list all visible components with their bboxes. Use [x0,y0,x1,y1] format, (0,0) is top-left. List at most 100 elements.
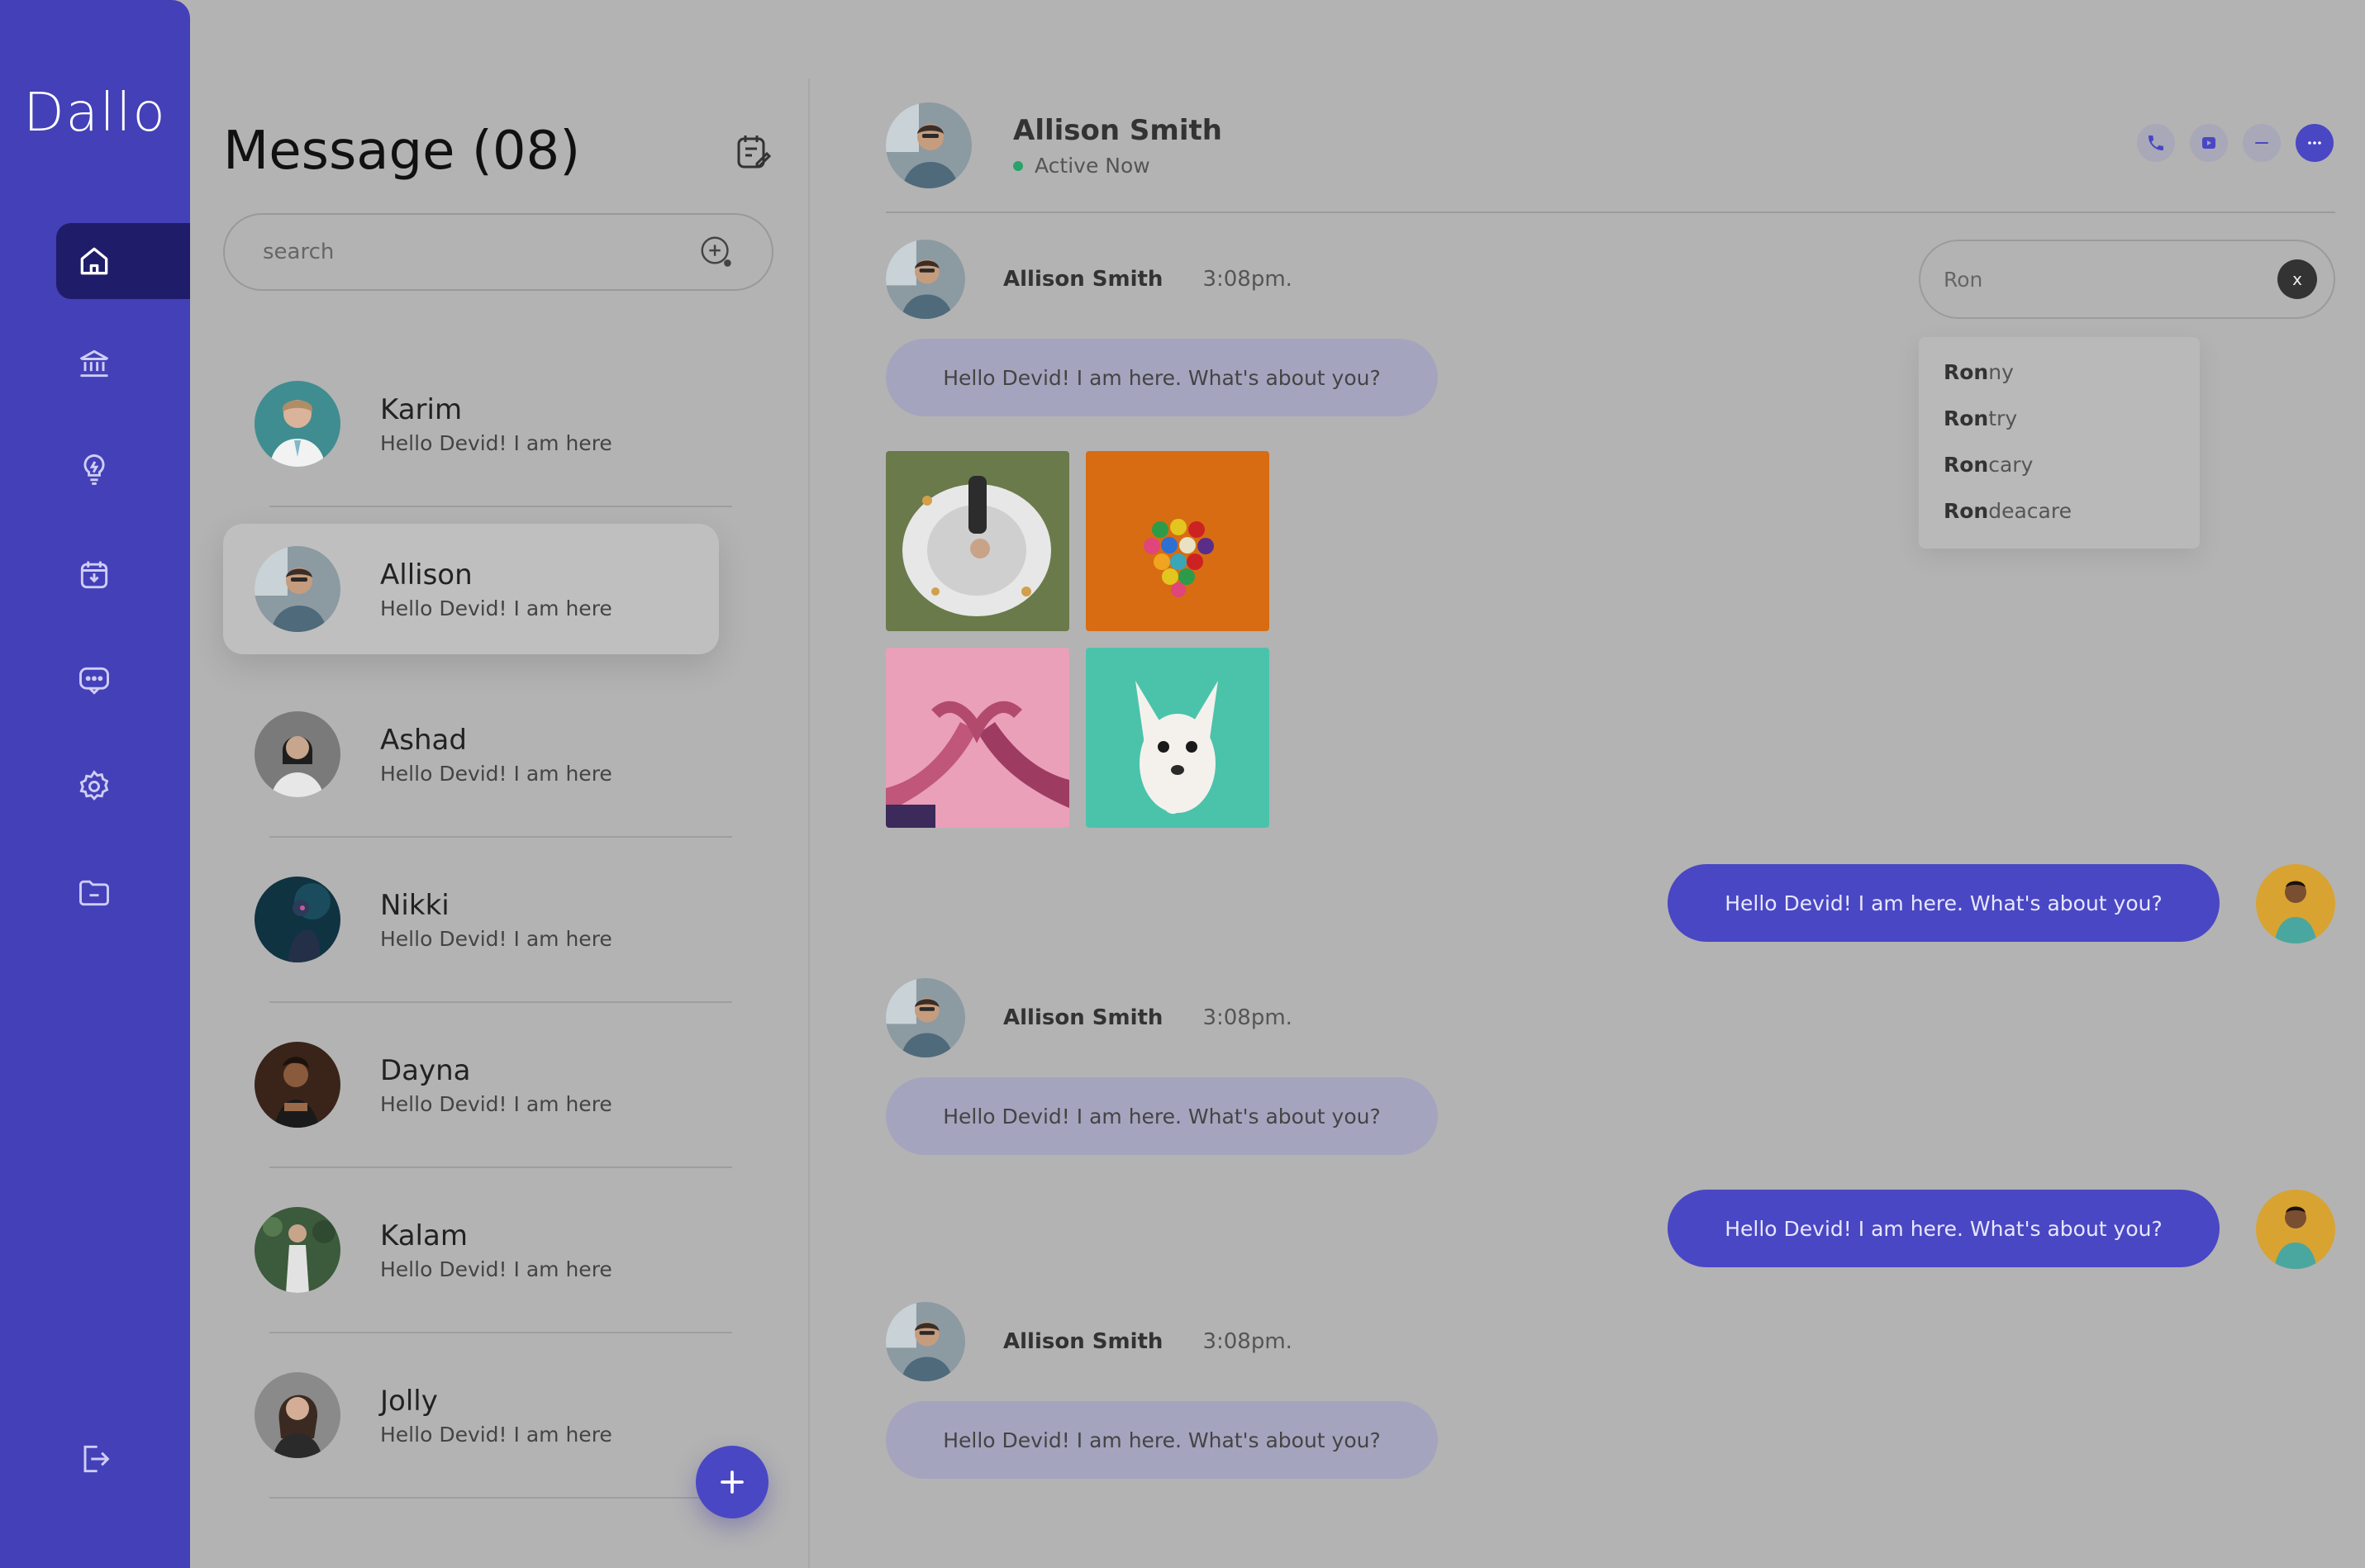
search-add-icon[interactable] [697,233,735,271]
call-button[interactable] [2137,124,2175,162]
divider [269,1166,732,1168]
message-bubble-incoming: Hello Devid! I am here. What's about you… [886,339,1438,416]
contact-name: Nikki [380,888,450,922]
sidebar: Dallo [0,0,190,1568]
avatar [886,978,965,1057]
suggestion-item[interactable]: Ron deacare [1919,487,2200,534]
calendar-download-icon [80,561,108,589]
more-options-button[interactable] [2296,124,2334,162]
search-input[interactable] [261,239,697,265]
suggestion-match: Ron [1944,498,1989,523]
message-header: Allison Smith 3:08pm. [886,1302,1292,1381]
avatar [255,1372,340,1458]
photo-chihuahua[interactable] [1086,648,1269,828]
contact-snippet: Hello Devid! I am here [380,1422,612,1447]
suggestion-item[interactable]: Ron ny [1919,349,2200,395]
contact-name: Dayna [380,1053,471,1087]
chat-contact-name: Allison Smith [1013,114,1222,147]
divider [269,1497,732,1499]
status-text: Active Now [1035,154,1150,178]
suggestion-item[interactable]: Ron try [1919,395,2200,441]
contact-snippet: Hello Devid! I am here [380,926,612,951]
nav-settings[interactable] [56,748,190,824]
autocomplete-input[interactable]: Ron x [1919,240,2335,319]
contact-snippet: Hello Devid! I am here [380,1091,612,1116]
contact-name: Jolly [380,1384,438,1418]
autocomplete-query[interactable]: Ron [1944,268,2277,292]
message-time: 3:08pm. [1202,1329,1292,1354]
contact-snippet: Hello Devid! I am here [380,761,612,786]
photo-hands-heart[interactable] [886,648,1069,828]
contact-item-selected[interactable]: Allison Hello Devid! I am here [223,524,719,654]
divider [269,1332,732,1333]
avatar [255,1042,340,1128]
message-header: Allison Smith 3:08pm. [886,240,1292,319]
photo-wedding[interactable] [886,451,1069,631]
minus-icon [2255,142,2268,144]
autocomplete-dropdown: Ron ny Ron try Ron cary Ron deacare [1919,337,2200,549]
nav-bank[interactable] [56,325,190,402]
avatar [255,1207,340,1293]
bank-icon [79,349,109,378]
nav-ideas[interactable] [56,431,190,507]
message-time: 3:08pm. [1202,267,1292,292]
phone-icon [2148,135,2163,150]
suggestion-match: Ron [1944,452,1989,477]
message-bubble-incoming: Hello Devid! I am here. What's about you… [886,1401,1438,1479]
nav-calendar[interactable] [56,537,190,613]
nav-folder[interactable] [56,854,190,930]
contact-item[interactable]: Nikki Hello Devid! I am here [223,854,732,1003]
contact-snippet: Hello Devid! I am here [380,1257,612,1281]
messages-panel: Message (08) Karim Hello Devid! I am her… [190,0,810,1568]
avatar [255,381,340,467]
contact-name: Ashad [380,723,467,757]
message-header: Allison Smith 3:08pm. [886,978,1292,1057]
photo-heart-buttons[interactable] [1086,451,1269,631]
divider [269,836,732,838]
contact-name: Kalam [380,1219,468,1252]
lightbulb-icon [83,454,105,485]
suggestion-match: Ron [1944,406,1989,430]
nav-chat[interactable] [56,643,190,719]
suggestion-rest: cary [1988,452,2034,477]
page-title: Message (08) [223,121,581,182]
contact-item[interactable]: Dayna Hello Devid! I am here [223,1019,732,1168]
settings-icon [79,770,109,801]
contact-item[interactable]: Kalam Hello Devid! I am here [223,1185,732,1333]
suggestion-item[interactable]: Ron cary [1919,441,2200,487]
contact-item[interactable]: Ashad Hello Devid! I am here [223,689,732,838]
more-icon [2308,141,2321,145]
avatar [255,546,340,632]
sender-name: Allison Smith [1003,1329,1163,1354]
search-bar[interactable] [223,213,773,291]
home-icon [80,247,108,275]
suggestion-rest: ny [1988,359,2014,384]
status-indicator: Active Now [1013,154,1150,178]
clear-button[interactable]: x [2277,259,2317,299]
message-time: 3:08pm. [1202,1005,1292,1030]
message-bubble-incoming: Hello Devid! I am here. What's about you… [886,1077,1438,1155]
contact-name: Allison [380,558,473,592]
plus-icon [721,1471,744,1494]
contact-snippet: Hello Devid! I am here [380,430,612,455]
compose-icon[interactable] [734,132,773,172]
avatar [886,240,965,319]
chat-icon [79,667,109,695]
contact-item[interactable]: Jolly Hello Devid! I am here [223,1350,732,1499]
minimize-button[interactable] [2243,124,2281,162]
avatar [886,102,972,188]
video-call-button[interactable] [2190,124,2228,162]
app-logo: Dallo [23,83,167,144]
message-bubble-outgoing: Hello Devid! I am here. What's about you… [1668,864,2220,942]
logout-button[interactable] [56,1421,190,1497]
sender-name: Allison Smith [1003,1005,1163,1030]
suggestion-match: Ron [1944,359,1989,384]
column-divider [808,78,810,1568]
contact-name: Karim [380,392,463,426]
nav-home[interactable] [56,223,190,299]
chat-header: Allison Smith Active Now [886,102,2335,213]
new-message-button[interactable] [696,1446,769,1518]
suggestion-rest: try [1988,406,2018,430]
avatar [255,877,340,962]
contact-item[interactable]: Karim Hello Devid! I am here [223,359,732,507]
